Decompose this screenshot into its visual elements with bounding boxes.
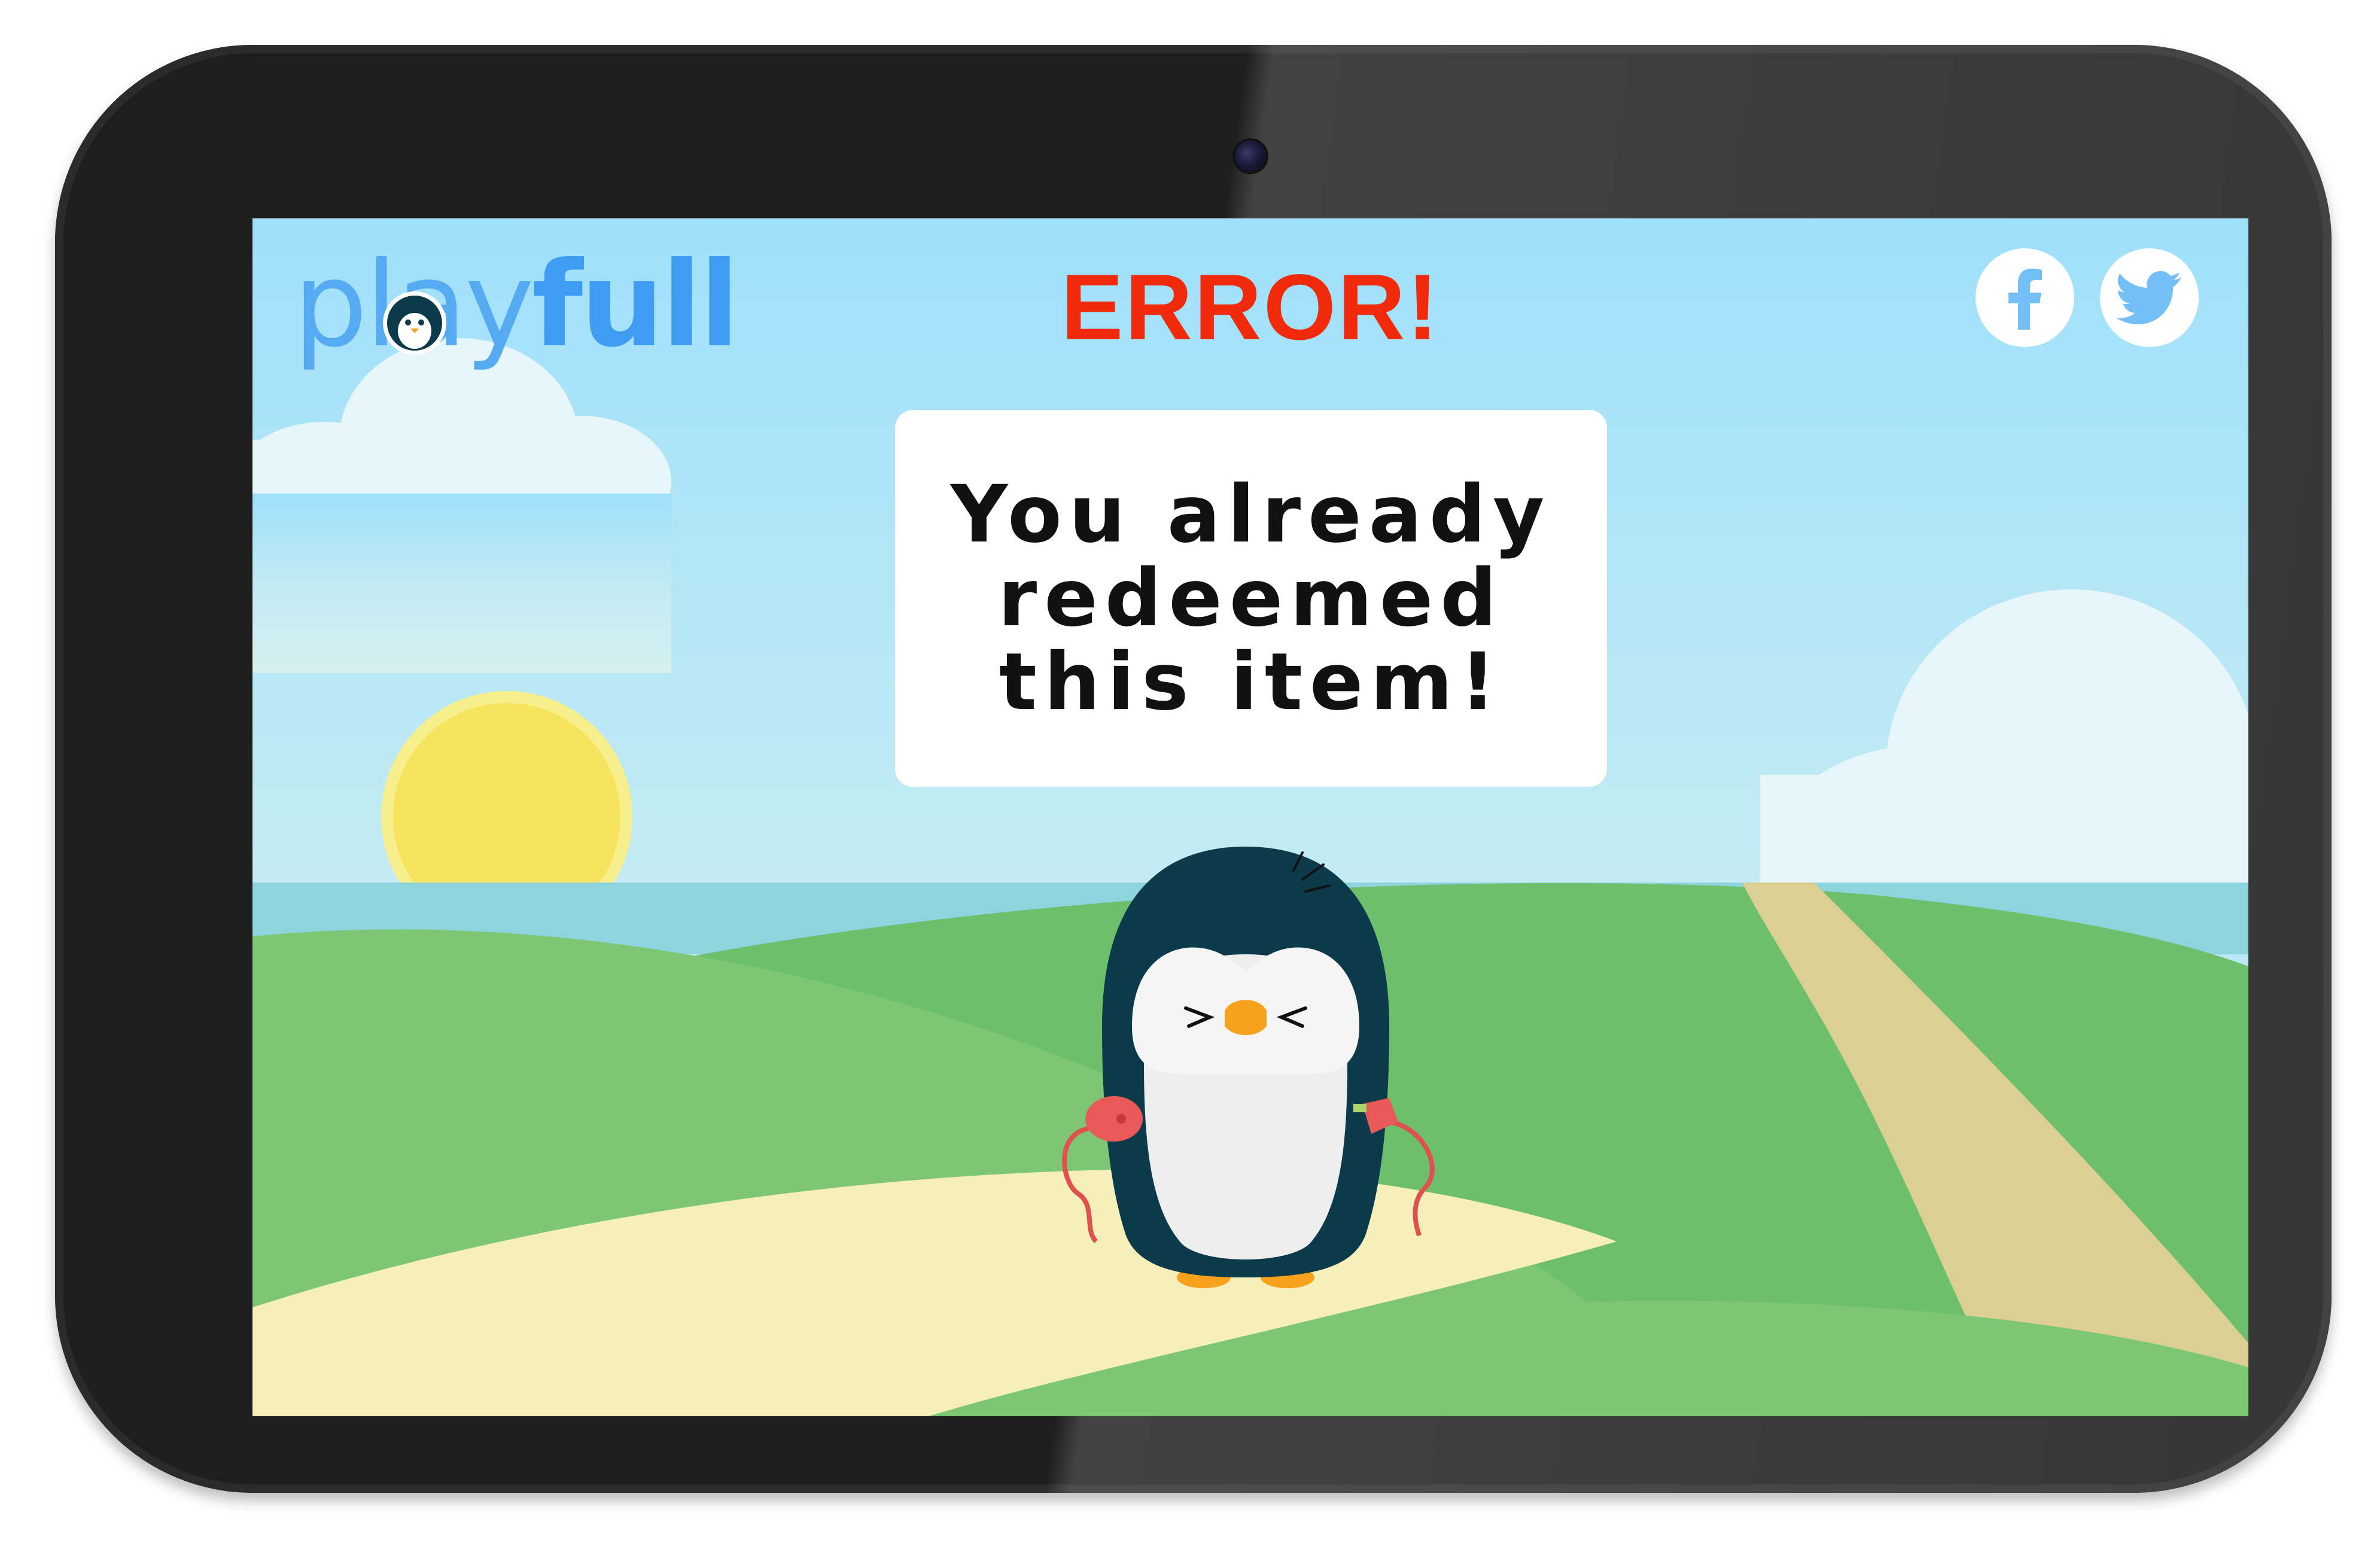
front-camera	[1235, 141, 1266, 172]
message-dialog: You already redeemed this item!	[895, 410, 1607, 787]
twitter-icon	[2116, 270, 2181, 324]
error-title: ERROR!	[1061, 255, 1440, 360]
facebook-icon	[2008, 268, 2042, 330]
playfull-logo[interactable]: playfull	[293, 237, 739, 373]
message-text: You already redeemed this item!	[950, 468, 1552, 728]
facebook-button[interactable]	[1976, 248, 2074, 347]
tablet-frame: playfull ERROR!	[55, 45, 2332, 1493]
logo-text-bold: full	[531, 237, 739, 373]
penguin-mascot	[1062, 847, 1435, 1288]
twitter-button[interactable]	[2100, 248, 2199, 347]
logo-penguin-icon	[383, 291, 446, 355]
app-screen: playfull ERROR!	[252, 218, 2248, 1416]
tablet-mockup: playfull ERROR!	[0, 0, 2380, 1567]
